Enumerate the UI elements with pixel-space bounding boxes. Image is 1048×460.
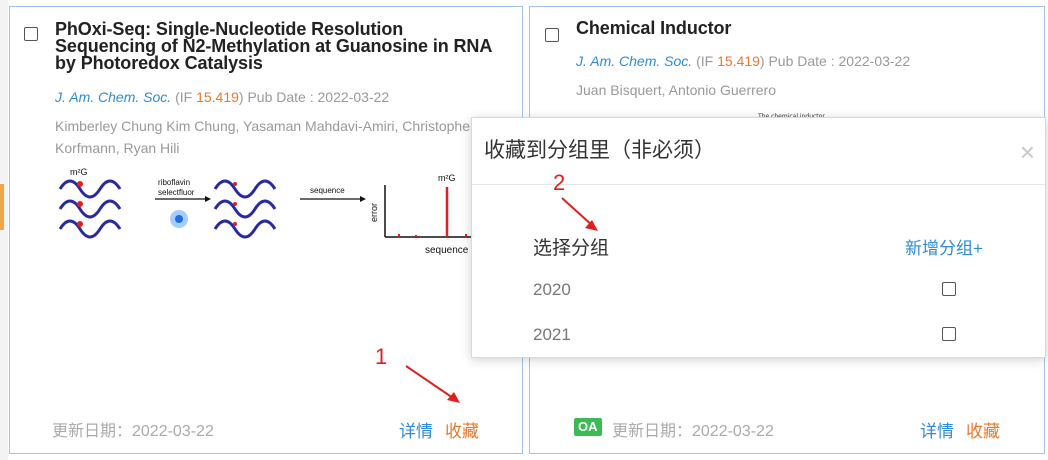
impact-factor: 15.419 [717,53,760,69]
group-name-2021: 2021 [533,325,571,344]
article-meta: J. Am. Chem. Soc. (IF 15.419) Pub Date :… [55,89,389,105]
update-date: 更新日期：2022-03-22 [52,423,214,440]
group-name-2020: 2020 [533,280,571,299]
article-title[interactable]: PhOxi-Seq: Single-Nucleotide Resolution … [55,20,495,72]
update-date: 更新日期：2022-03-22 [612,423,774,440]
left-edge-strip [0,0,8,460]
article-authors: Juan Bisquert, Antonio Guerrero [576,82,777,98]
toc-label-riboflavin: riboflavin [158,178,190,187]
toc-label-selectfluor: selectfluor [158,188,195,197]
detail-link[interactable]: 详情 [399,417,433,442]
open-access-badge: OA [574,418,602,436]
select-checkbox[interactable] [24,27,38,41]
toc-label-m2g-right: m²G [438,173,456,183]
favorite-group-dialog: 收藏到分组里（非必须） × 选择分组 新增分组+ 2020 2021 [471,117,1046,358]
pub-date: Pub Date : 2022-03-22 [243,89,390,105]
article-meta: J. Am. Chem. Soc. (IF 15.419) Pub Date :… [576,53,910,69]
favorite-link[interactable]: 收藏 [445,417,479,442]
toc-label-x-axis: sequence [425,245,469,256]
pub-date: Pub Date : 2022-03-22 [764,53,911,69]
dialog-title: 收藏到分组里（非必须） [484,139,715,162]
annotation-arrow-2-icon [561,197,598,231]
toc-label-sequence-arrow: sequence [310,186,345,195]
toc-label-y-axis: error [369,203,379,222]
if-prefix: (IF [696,53,718,69]
group-select-label: 选择分组 [533,238,610,259]
add-group-button[interactable]: 新增分组+ [905,234,983,259]
select-checkbox[interactable] [545,28,559,42]
impact-factor: 15.419 [196,89,239,105]
favorite-link[interactable]: 收藏 [966,417,1000,442]
if-prefix: (IF [175,89,197,105]
group-checkbox-2021[interactable] [942,327,956,341]
detail-link[interactable]: 详情 [920,417,954,442]
toc-graphic: m²G riboflavin selectfluor sequence erro… [58,167,485,256]
annotation-arrow-1-icon [405,365,460,403]
journal-link[interactable]: J. Am. Chem. Soc. [55,89,171,105]
annotation-number-1: 1 [375,344,388,369]
close-icon[interactable]: × [1020,139,1035,165]
article-title[interactable]: Chemical Inductor [576,19,996,37]
annotation-number-2: 2 [553,170,566,195]
left-edge-marker [0,184,4,230]
article-authors: Kimberley Chung Kim Chung, Yasaman Mahda… [55,118,475,156]
group-checkbox-2020[interactable] [942,282,956,296]
journal-link[interactable]: J. Am. Chem. Soc. [576,53,692,69]
toc-label-m2g-left: m²G [70,167,88,177]
